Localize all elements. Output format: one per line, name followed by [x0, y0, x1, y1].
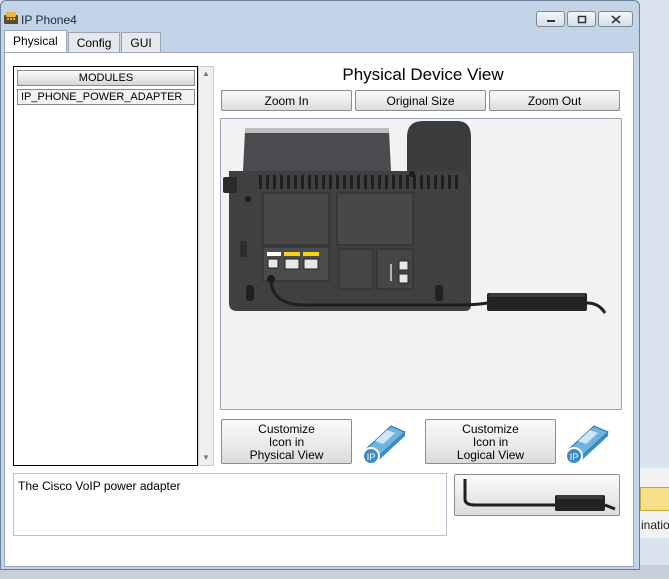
module-item-power-adapter[interactable]: IP_PHONE_POWER_ADAPTER [17, 89, 195, 105]
ip-phone-icon: IP [362, 425, 406, 465]
physical-device-canvas[interactable] [220, 118, 622, 410]
svg-text:IP: IP [367, 452, 376, 462]
background-folder-icon [640, 487, 669, 511]
modules-header-button[interactable]: MODULES [17, 70, 195, 86]
tab-physical[interactable]: Physical [4, 30, 67, 52]
original-size-button[interactable]: Original Size [355, 90, 486, 111]
title-bar[interactable]: IP Phone4 [1, 1, 639, 33]
maximize-icon [577, 15, 586, 23]
ip-phone-back-image [223, 121, 607, 314]
ip-phone-window: IP Phone4 Physical Config GUI MODULES IP… [0, 0, 640, 570]
minimize-icon [546, 20, 555, 22]
tab-config[interactable]: Config [67, 32, 121, 52]
close-button[interactable] [598, 11, 633, 27]
customize-logical-line-3: Logical View [456, 448, 525, 462]
module-description: The Cisco VoIP power adapter [13, 473, 447, 536]
modules-list[interactable]: MODULES IP_PHONE_POWER_ADAPTER [13, 66, 198, 466]
customize-physical-line-3: Physical View [249, 448, 324, 462]
svg-text:IP: IP [570, 452, 579, 462]
vent-grille [259, 175, 458, 189]
tab-gui[interactable]: GUI [121, 32, 161, 52]
maximize-button[interactable] [567, 11, 596, 27]
physical-device-view-title: Physical Device View [342, 65, 504, 84]
window-title: IP Phone4 [21, 13, 77, 27]
module-preview-button[interactable] [454, 474, 620, 516]
physical-panel: MODULES IP_PHONE_POWER_ADAPTER ▲ ▼ Physi… [4, 52, 634, 567]
zoom-out-button[interactable]: Zoom Out [489, 90, 620, 111]
customize-physical-icon-button[interactable]: Customize Icon in Physical View [221, 419, 352, 464]
zoom-in-button[interactable]: Zoom In [221, 90, 352, 111]
power-adapter-icon [463, 479, 616, 511]
scroll-up-arrow-icon[interactable]: ▲ [199, 67, 213, 81]
background-partial-text: ination [641, 518, 669, 532]
customize-logical-icon-button[interactable]: Customize Icon in Logical View [425, 419, 556, 464]
minimize-button[interactable] [536, 11, 565, 27]
modules-scrollbar[interactable]: ▲ ▼ [198, 66, 214, 466]
ip-phone-app-icon [4, 12, 18, 24]
ip-phone-icon: IP [565, 425, 609, 465]
scroll-down-arrow-icon[interactable]: ▼ [199, 451, 213, 465]
close-icon [610, 14, 621, 24]
